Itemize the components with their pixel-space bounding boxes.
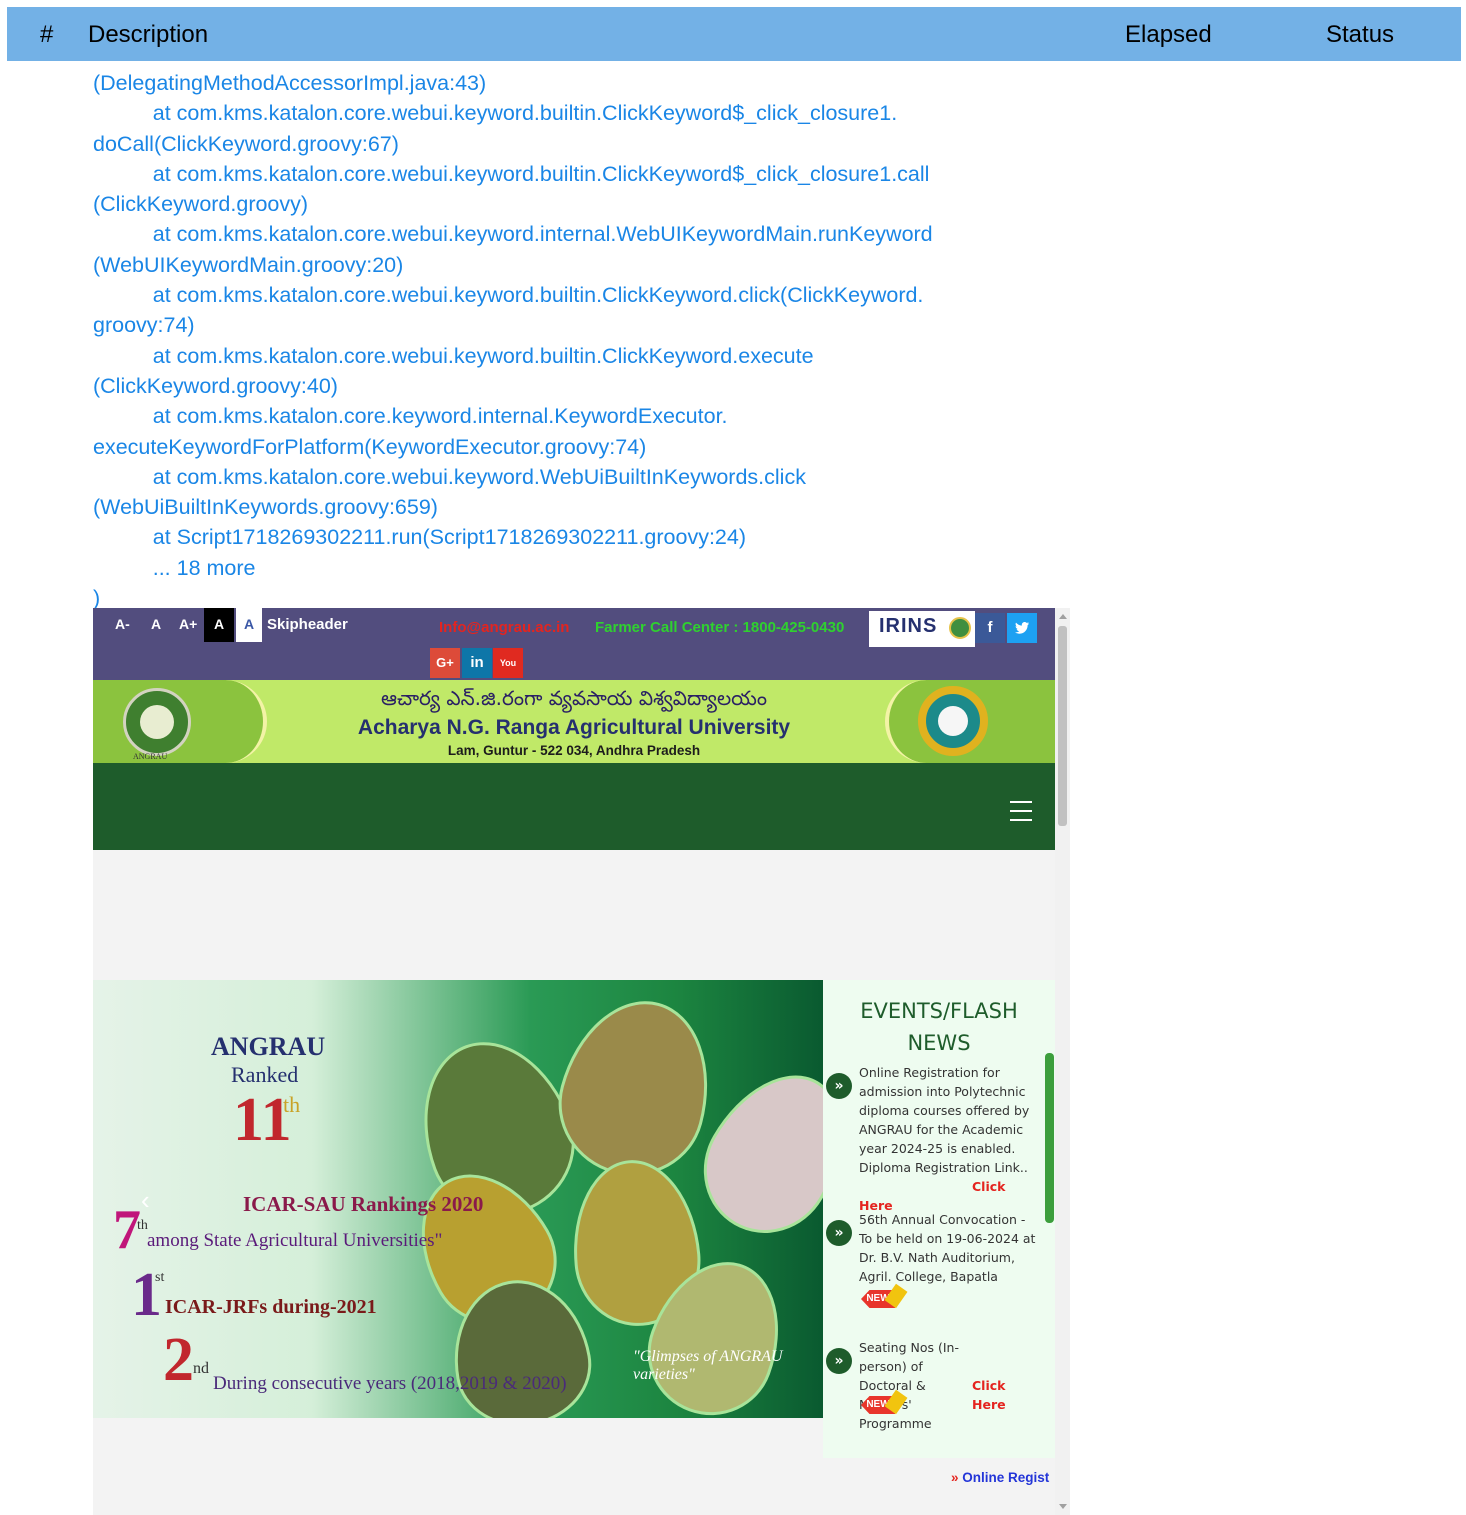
new-badge-icon: NEW bbox=[861, 1389, 908, 1418]
font-increase-button[interactable]: A+ bbox=[173, 616, 203, 640]
log-line: at com.kms.katalon.core.webui.keyword.bu… bbox=[93, 283, 924, 308]
slide-rank-sup: th bbox=[283, 1092, 301, 1117]
scroll-down-icon[interactable] bbox=[1059, 1504, 1067, 1509]
slide-second-sup: nd bbox=[193, 1360, 209, 1377]
col-status-header: Status bbox=[1326, 21, 1395, 48]
double-chevron-icon: » bbox=[826, 1220, 852, 1246]
slide-heading: ANGRAU bbox=[211, 1032, 326, 1061]
log-line: groovy:74) bbox=[93, 313, 195, 338]
irins-logo[interactable]: IRINS bbox=[869, 611, 975, 647]
new-badge-icon: NEW bbox=[861, 1283, 908, 1312]
click-here-link[interactable]: Click Here bbox=[972, 1376, 1038, 1414]
double-chevron-icon: » bbox=[826, 1348, 852, 1374]
log-line: at com.kms.katalon.core.webui.keyword.We… bbox=[93, 464, 806, 489]
light-contrast-button[interactable]: A bbox=[236, 608, 263, 642]
log-line: (ClickKeyword.groovy:40) bbox=[93, 373, 338, 398]
event-text: Online Registration for admission into P… bbox=[859, 1065, 1030, 1175]
font-decrease-button[interactable]: A- bbox=[109, 616, 136, 640]
event-item[interactable]: » Seating Nos (In-person) of Doctoral & … bbox=[823, 1338, 1038, 1431]
col-elapsed-header: Elapsed bbox=[1125, 21, 1212, 48]
font-normal-button[interactable]: A bbox=[145, 616, 167, 640]
stack-trace-log: (DelegatingMethodAccessorImpl.java:43) a… bbox=[93, 68, 1093, 613]
event-text: 56th Annual Convocation - To be held on … bbox=[859, 1212, 1036, 1284]
irins-seal-icon bbox=[949, 617, 971, 639]
log-line: (WebUIKeywordMain.groovy:20) bbox=[93, 252, 404, 277]
university-address: Lam, Guntur - 522 034, Andhra Pradesh bbox=[447, 743, 701, 758]
slide-jrf: ICAR-JRFs during-2021 bbox=[165, 1296, 377, 1318]
online-registration-marquee[interactable]: » Online Regist bbox=[951, 1470, 1049, 1485]
log-line: at com.kms.katalon.core.webui.keyword.bu… bbox=[93, 161, 930, 186]
events-scrollbar[interactable] bbox=[1045, 1053, 1054, 1223]
call-center-text: Farmer Call Center : 1800-425-0430 bbox=[595, 619, 845, 636]
slider-prev-chevron-icon[interactable]: ‹ bbox=[141, 1185, 150, 1216]
col-number-header: # bbox=[40, 21, 54, 48]
marquee-chevron-icon: » bbox=[951, 1470, 963, 1485]
log-line: at com.kms.katalon.core.webui.keyword.in… bbox=[93, 222, 933, 247]
dark-contrast-button[interactable]: A bbox=[204, 608, 235, 642]
log-line: ... 18 more bbox=[93, 555, 256, 580]
hero-slider[interactable]: ANGRAU Ranked 11 th ICAR-SAU Rankings 20… bbox=[93, 980, 823, 1418]
university-name: Acharya N.G. Ranga Agricultural Universi… bbox=[357, 716, 791, 739]
log-line: at com.kms.katalon.core.webui.keyword.bu… bbox=[93, 343, 814, 368]
log-line: (DelegatingMethodAccessorImpl.java:43) bbox=[93, 71, 487, 95]
log-line: at Script1718269302211.run(Script1718269… bbox=[93, 525, 747, 550]
google-plus-icon[interactable]: G+ bbox=[430, 648, 460, 678]
youtube-icon[interactable]: You bbox=[493, 648, 523, 678]
log-line: at com.kms.katalon.core.keyword.internal… bbox=[93, 404, 728, 429]
event-item[interactable]: » Online Registration for admission into… bbox=[823, 1063, 1038, 1213]
event-item[interactable]: » 56th Annual Convocation - To be held o… bbox=[823, 1210, 1038, 1320]
log-line: (WebUiBuiltInKeywords.groovy:659) bbox=[93, 495, 438, 520]
report-table-header: # Description Elapsed Status bbox=[7, 7, 1461, 61]
log-line: at com.kms.katalon.core.webui.keyword.bu… bbox=[93, 101, 898, 126]
scroll-up-icon[interactable] bbox=[1059, 614, 1067, 619]
site-top-bar: A- A A+ A A Skipheader Info@angrau.ac.in… bbox=[93, 608, 1055, 680]
slide-consecutive: During consecutive years (2018,2019 & 20… bbox=[213, 1373, 567, 1394]
double-chevron-icon: » bbox=[826, 1073, 852, 1099]
log-line: executeKeywordForPlatform(KeywordExecuto… bbox=[93, 434, 647, 459]
website-screenshot[interactable]: A- A A+ A A Skipheader Info@angrau.ac.in… bbox=[93, 608, 1055, 1515]
slide-first-sup: st bbox=[155, 1270, 165, 1285]
events-title: EVENTS/FLASH NEWS bbox=[860, 999, 1018, 1055]
slide-icar-sau: ICAR-SAU Rankings 2020 bbox=[243, 1192, 484, 1216]
main-nav-bar bbox=[93, 763, 1055, 850]
slide-among: among State Agricultural Universities" bbox=[147, 1230, 443, 1251]
twitter-icon[interactable] bbox=[1007, 613, 1037, 643]
hamburger-menu-icon[interactable] bbox=[1010, 801, 1032, 828]
log-line: (ClickKeyword.groovy) bbox=[93, 192, 309, 217]
university-banner: ANGRAU ఆచార్య ఎన్.జి.రంగా వ్యవసాయ విశ్వవ… bbox=[93, 680, 1055, 763]
slide-second: 2 bbox=[163, 1326, 194, 1394]
linkedin-icon[interactable]: in bbox=[462, 648, 492, 678]
slide-glimpses: "Glimpses of ANGRAU varieties" bbox=[633, 1348, 783, 1383]
facebook-icon[interactable]: f bbox=[975, 613, 1005, 643]
title-telugu: ఆచార్య ఎన్.జి.రంగా వ్యవసాయ విశ్వవిద్యాలయ… bbox=[381, 686, 767, 710]
events-panel: EVENTS/FLASH NEWS » Online Registration f… bbox=[823, 980, 1055, 1458]
col-description-header: Description bbox=[88, 21, 209, 48]
log-line: doCall(ClickKeyword.groovy:67) bbox=[93, 131, 399, 156]
email-link[interactable]: Info@angrau.ac.in bbox=[439, 619, 569, 636]
screenshot-scrollbar[interactable] bbox=[1055, 608, 1070, 1515]
click-here-link[interactable]: Click Here bbox=[859, 1179, 1005, 1213]
skip-header-link[interactable]: Skipheader bbox=[267, 616, 348, 633]
irins-logo-text: IRINS bbox=[879, 615, 938, 637]
scroll-thumb[interactable] bbox=[1058, 626, 1067, 826]
